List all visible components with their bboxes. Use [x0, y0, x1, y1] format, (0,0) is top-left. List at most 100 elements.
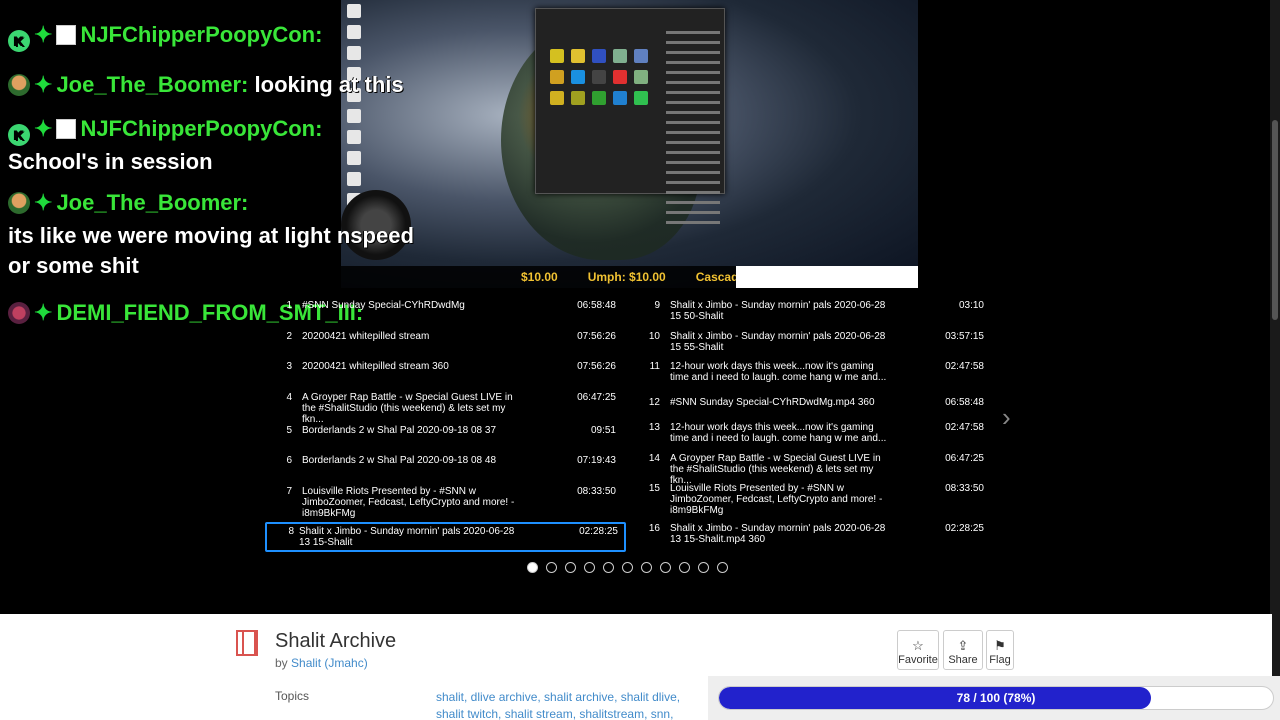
pager-dot[interactable] [546, 562, 557, 573]
item-duration: 03:10 [958, 300, 984, 311]
chevron-right-icon[interactable]: › [1002, 402, 1011, 433]
item-duration: 08:33:50 [577, 485, 616, 497]
playlist: 1 #SNN Sunday Special-CYhRDwdMg 06:58:48 2… [265, 296, 998, 552]
item-duration: 09:51 [590, 424, 616, 436]
item-number: 11 [649, 361, 660, 372]
chat-text: School's in session [8, 149, 213, 174]
item-title: Louisville Riots Presented by - #SNN w J… [302, 485, 515, 519]
topics-links[interactable]: shalit, dlive archive, shalit archive, s… [436, 689, 696, 720]
page-scrollbar[interactable] [1270, 0, 1280, 720]
broken-image-icon [56, 119, 77, 139]
broken-image-icon [56, 25, 77, 45]
share-button[interactable]: ⇪ Share [943, 630, 983, 670]
k-badge-icon: K [8, 124, 30, 146]
sparkle-badge-icon: ✦ [34, 72, 53, 97]
star-icon: ☆ [912, 637, 924, 653]
flag-button[interactable]: ⚑ Flag [986, 630, 1014, 670]
sparkle-badge-icon: ✦ [34, 190, 53, 215]
playlist-item[interactable]: 3 20200421 whitepilled stream 360 07:56:26 [268, 357, 624, 388]
item-duration: 07:56:26 [577, 330, 616, 342]
share-label: Share [948, 653, 978, 666]
pager-dot[interactable] [641, 562, 652, 573]
item-duration: 07:19:43 [577, 455, 616, 466]
by-prefix: by [275, 656, 288, 670]
item-number: 8 [288, 525, 294, 537]
pager-dot[interactable] [679, 562, 690, 573]
sparkle-badge-icon: ✦ [34, 116, 53, 141]
item-title: 12-hour work days this week...now it's g… [670, 361, 887, 383]
topics-label: Topics [275, 689, 310, 703]
item-title: 20200421 whitepilled stream [302, 330, 430, 342]
item-title: Shalit Archive [275, 630, 397, 652]
item-number: 15 [648, 483, 660, 494]
playlist-item[interactable]: 7 Louisville Riots Presented by - #SNN w … [268, 482, 624, 522]
playlist-item[interactable]: 10 Shalit x Jimbo - Sunday mornin' pals 2… [636, 327, 992, 358]
chat-text: looking at this [254, 72, 404, 97]
item-title: Borderlands 2 w Shal Pal 2020-09-18 08 4… [302, 455, 497, 466]
chat-message: ✦ Joe_The_Boomer: [8, 188, 248, 218]
chat-username: NJFChipperPoopyCon: [80, 22, 323, 47]
item-number: 3 [286, 361, 292, 372]
chat-text: its like we were moving at light nspeed … [8, 223, 414, 278]
item-duration: 07:56:26 [577, 361, 616, 372]
playlist-item[interactable]: 1 #SNN Sunday Special-CYhRDwdMg 06:58:48 [268, 296, 624, 327]
pager-dot[interactable] [527, 562, 538, 573]
playlist-item[interactable]: 11 12-hour work days this week...now it's… [636, 357, 992, 393]
sparkle-badge-icon: ✦ [34, 22, 53, 47]
pager-dot[interactable] [660, 562, 671, 573]
item-number: 7 [286, 485, 292, 497]
avatar-badge-icon [8, 192, 30, 214]
pager-dot[interactable] [622, 562, 633, 573]
playlist-item[interactable]: 12 #SNN Sunday Special-CYhRDwdMg.mp4 360 0… [636, 393, 992, 418]
item-number: 2 [286, 330, 292, 342]
pager-dot[interactable] [565, 562, 576, 573]
item-number: 5 [286, 424, 292, 436]
playlist-item[interactable]: 9 Shalit x Jimbo - Sunday mornin' pals 20… [636, 296, 992, 327]
playlist-item[interactable]: 15 Louisville Riots Presented by - #SNN w… [636, 479, 992, 519]
progress-overlay: 78 / 100 (78%) [708, 676, 1280, 720]
film-icon [236, 630, 258, 656]
playlist-item[interactable]: 6 Borderlands 2 w Shal Pal 2020-09-18 08 … [268, 451, 624, 482]
item-title: Shalit x Jimbo - Sunday mornin' pals 202… [670, 300, 886, 322]
desktop-icons [343, 4, 377, 207]
playlist-pager [527, 562, 728, 573]
scrollbar-thumb[interactable] [1272, 120, 1278, 320]
creator-link[interactable]: Shalit (Jmahc) [291, 656, 368, 670]
item-title: #SNN Sunday Special-CYhRDwdMg.mp4 360 [670, 397, 875, 408]
avatar-badge-icon [8, 302, 30, 324]
flag-icon: ⚑ [994, 637, 1006, 653]
item-title: Shalit x Jimbo - Sunday mornin' pals 202… [299, 525, 515, 548]
playlist-item-selected[interactable]: 8 Shalit x Jimbo - Sunday mornin' pals 20… [265, 521, 626, 552]
pager-dot[interactable] [584, 562, 595, 573]
item-title: 20200421 whitepilled stream 360 [302, 361, 449, 372]
item-duration: 02:47:58 [945, 361, 984, 372]
playlist-item[interactable]: 2 20200421 whitepilled stream 07:56:26 [268, 327, 624, 358]
favorite-button[interactable]: ☆ Favorite [897, 630, 939, 670]
share-icon: ⇪ [957, 637, 969, 653]
chat-message: K ✦ NJFChipperPoopyCon: [8, 20, 322, 52]
item-duration: 02:28:25 [579, 525, 618, 537]
playlist-column-right: 9 Shalit x Jimbo - Sunday mornin' pals 20… [636, 296, 992, 550]
pager-dot[interactable] [698, 562, 709, 573]
playlist-item[interactable]: 4A Groyper Rap Battle - w Special Guest … [268, 388, 624, 425]
k-badge-icon: K [8, 30, 30, 52]
playlist-item[interactable]: 14 A Groyper Rap Battle - w Special Guest… [636, 449, 992, 486]
item-duration: 06:58:48 [945, 397, 984, 408]
item-number: 1 [286, 300, 292, 311]
item-number: 6 [286, 455, 292, 466]
chat-message: ✦ Joe_The_Boomer: looking at this [8, 70, 404, 100]
item-number: 10 [648, 330, 660, 342]
item-duration: 06:58:48 [577, 300, 616, 311]
pager-dot[interactable] [603, 562, 614, 573]
playlist-column-left: 1 #SNN Sunday Special-CYhRDwdMg 06:58:48 2… [265, 296, 626, 552]
chat-username: Joe_The_Boomer: [56, 72, 249, 97]
playlist-item[interactable]: 16 Shalit x Jimbo - Sunday mornin' pals 2… [636, 519, 992, 550]
playlist-item[interactable]: 5 Borderlands 2 w Shal Pal 2020-09-18 08 … [268, 421, 624, 452]
flag-label: Flag [989, 653, 1011, 666]
item-duration: 08:33:50 [945, 483, 984, 494]
item-title: Shalit x Jimbo - Sunday mornin' pals 202… [670, 523, 886, 545]
pager-dot[interactable] [717, 562, 728, 573]
playlist-item[interactable]: 13 12-hour work days this week...now it's… [636, 418, 992, 449]
sparkle-badge-icon: ✦ [34, 300, 53, 325]
ticker-blank-panel [736, 266, 918, 288]
